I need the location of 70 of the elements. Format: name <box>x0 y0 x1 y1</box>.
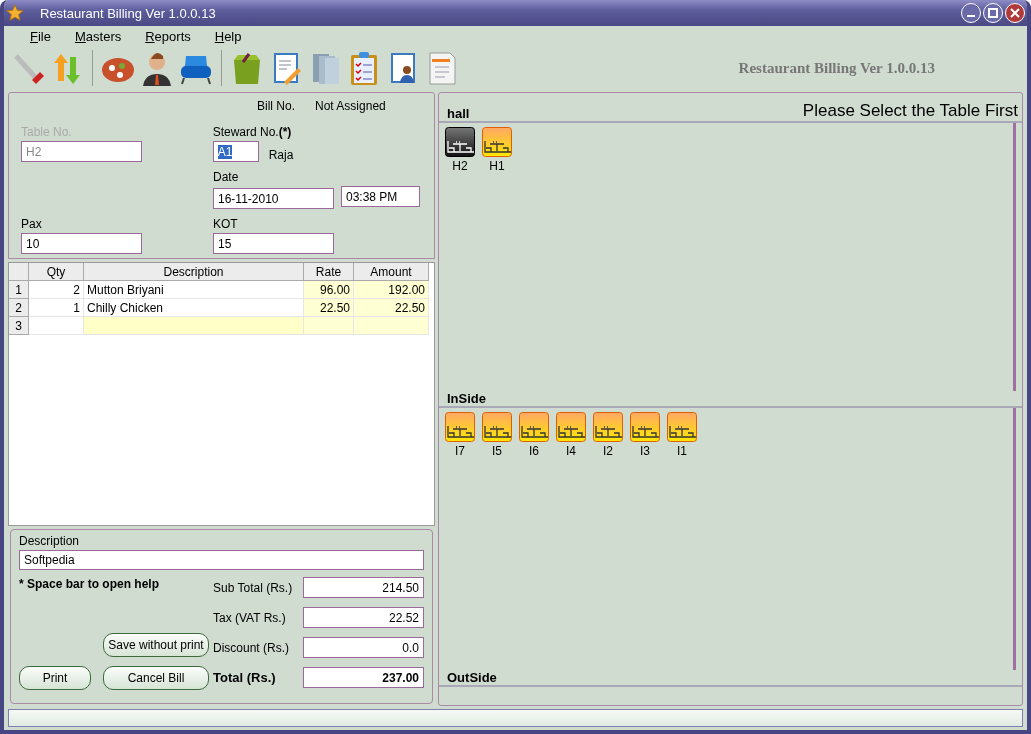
select-table-prompt: Please Select the Table First <box>802 101 1018 121</box>
table-cell <box>304 317 354 336</box>
save-without-print-button[interactable]: Save without print <box>103 633 209 657</box>
row-number: 3 <box>9 317 29 336</box>
section-title: hall <box>447 106 470 121</box>
description-field[interactable]: Softpedia <box>19 550 424 570</box>
minimize-icon <box>967 15 975 17</box>
table-button[interactable]: I4 <box>556 412 586 458</box>
table-button[interactable]: I1 <box>667 412 697 458</box>
row-number: 2 <box>9 299 29 318</box>
close-icon <box>1010 8 1020 18</box>
table-cell: 96.00 <box>304 281 354 300</box>
date-field[interactable]: 16-11-2010 <box>213 188 334 209</box>
column-header: Description <box>84 263 304 282</box>
section-title: InSide <box>447 391 486 406</box>
close-button[interactable] <box>1005 3 1025 23</box>
table-cell: 1 <box>29 299 84 318</box>
window-title: Restaurant Billing Ver 1.0.0.13 <box>40 5 216 21</box>
menu-item[interactable]: Masters <box>62 28 134 44</box>
help-hint: * Space bar to open help <box>19 577 161 591</box>
table-button[interactable]: H2 <box>445 127 475 173</box>
table-cell: Chilly Chicken <box>84 299 304 318</box>
description-label: Description <box>19 534 81 548</box>
table-button[interactable]: I7 <box>445 412 475 458</box>
menu-item[interactable]: Reports <box>133 28 203 44</box>
corner-header <box>9 263 29 282</box>
total-label: Sub Total (Rs.) <box>213 580 293 595</box>
amount-field[interactable]: 214.50 <box>303 577 424 598</box>
minimize-button[interactable] <box>961 3 981 23</box>
maximize-button[interactable] <box>983 3 1003 23</box>
table-button[interactable]: I6 <box>519 412 549 458</box>
kot-label: KOT <box>213 217 239 231</box>
table-button[interactable]: I5 <box>482 412 512 458</box>
amount-field[interactable]: 22.52 <box>303 607 424 628</box>
table-cell: Mutton Briyani <box>84 281 304 300</box>
app-title: Restaurant Billing Ver 1.0.0.13 <box>738 59 935 77</box>
table-cell: 192.00 <box>354 281 429 300</box>
amount-field[interactable]: 0.0 <box>303 637 424 658</box>
print-button[interactable]: Print <box>19 666 91 690</box>
table-button[interactable]: I2 <box>593 412 623 458</box>
maximize-icon <box>988 8 998 18</box>
bill-no-label: Bill No. <box>257 99 295 113</box>
date-label: Date <box>213 170 240 184</box>
section-title: OutSide <box>447 670 497 685</box>
pax-label: Pax <box>21 217 43 231</box>
table-cell: 2 <box>29 281 84 300</box>
column-header: Amount <box>354 263 429 282</box>
steward-name: Raja <box>268 148 294 162</box>
table-cell: 22.50 <box>354 299 429 318</box>
total-label: Discount (Rs.) <box>213 640 289 655</box>
steward-no-field[interactable]: A1 <box>212 141 259 162</box>
kot-field[interactable]: 15 <box>213 233 334 254</box>
table-cell <box>29 317 84 336</box>
row-number: 1 <box>9 281 29 300</box>
star-icon <box>6 4 24 22</box>
column-header: Qty <box>29 263 84 282</box>
pax-field[interactable]: 10 <box>21 233 142 254</box>
menu-item[interactable]: Help <box>202 28 254 44</box>
total-label: Total (Rs.) <box>213 670 276 685</box>
steward-no-label: Steward No.(*) <box>212 125 293 139</box>
table-button[interactable]: H1 <box>482 127 512 173</box>
table-cell: 22.50 <box>304 299 354 318</box>
table-button[interactable]: I3 <box>630 412 660 458</box>
amount-field[interactable]: 237.00 <box>303 667 424 688</box>
total-label: Tax (VAT Rs.) <box>213 610 286 625</box>
menu-item[interactable]: File <box>18 28 63 44</box>
bill-no-value: Not Assigned <box>315 99 386 113</box>
cancel-bill-button[interactable]: Cancel Bill <box>103 666 209 690</box>
time-field[interactable]: 03:38 PM <box>341 186 420 207</box>
column-header: Rate <box>304 263 354 282</box>
